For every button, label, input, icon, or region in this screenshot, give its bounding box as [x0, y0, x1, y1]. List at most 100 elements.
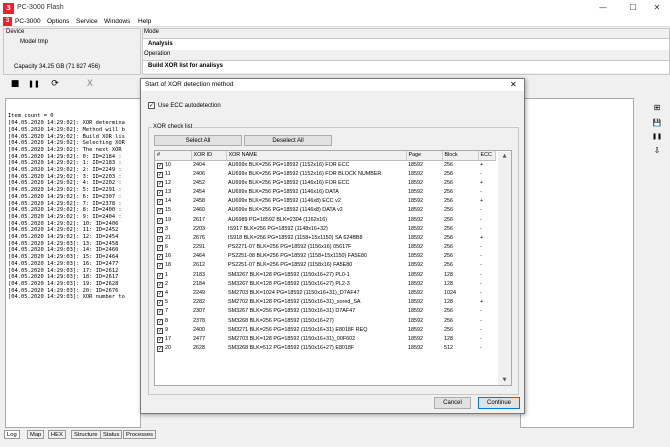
- continue-button[interactable]: Continue: [478, 397, 520, 409]
- menu-help[interactable]: Help: [138, 18, 151, 25]
- row-block: 256: [444, 207, 453, 214]
- table-row[interactable]: ✓ 11 2406 AU699x BLK=256 PG=18592 (1152x16)…: [155, 170, 495, 179]
- row-checkbox[interactable]: ✓: [157, 180, 163, 187]
- row-number-text: 9: [165, 326, 168, 333]
- menu-service[interactable]: Service: [76, 18, 98, 25]
- scroll-up-icon[interactable]: ▲: [498, 152, 511, 161]
- table-row[interactable]: ✓ 4 2249 SM2703 BLK=1024 PG=18592 (1150x16+…: [155, 289, 495, 298]
- row-number-text: 5: [165, 299, 168, 306]
- row-xor-id: 2307: [193, 308, 205, 315]
- row-checkbox[interactable]: ✓: [157, 235, 163, 242]
- row-checkbox[interactable]: ✓: [157, 208, 163, 215]
- export-icon[interactable]: ⇩: [651, 145, 663, 157]
- table-row[interactable]: ✓ 21 2676 IS918 BLK=256 PG=18592 (1158+15x1…: [155, 234, 495, 243]
- row-checkbox[interactable]: ✓: [157, 309, 163, 316]
- tab-hex[interactable]: HEX: [48, 430, 66, 439]
- table-row[interactable]: ✓ 20 2628 SM3268 BLK=512 PG=18592 (1150x16+…: [155, 344, 495, 353]
- row-checkbox[interactable]: ✓: [157, 254, 163, 261]
- table-row[interactable]: ✓ 19 2617 AU6989 PG=18592 BLK=2304 (1162x16…: [155, 215, 495, 224]
- table-row[interactable]: ✓ 18 2612 PS2251-07 BLK=256 PG=18592 (1158x…: [155, 261, 495, 270]
- pause-icon[interactable]: ❚❚: [27, 77, 41, 91]
- col-header-block[interactable]: Block: [442, 151, 479, 161]
- row-checkbox[interactable]: ✓: [157, 300, 163, 307]
- table-row[interactable]: ✓ 3 2203 IS917 BLK=256 PG=18592 (1148x16+32…: [155, 225, 495, 234]
- table-row[interactable]: ✓ 17 2477 SM2703 BLK=128 PG=18592 (1150x16+…: [155, 335, 495, 344]
- col-header-ecc[interactable]: ECC: [478, 151, 496, 161]
- table-row[interactable]: ✓ 8 2378 SM3268 BLK=256 PG=18592 (1150x16+2…: [155, 317, 495, 326]
- table-row[interactable]: ✓ 6 2291 PS2271-07 BLK=256 PG=18592 (1156x1…: [155, 243, 495, 252]
- expand-icon[interactable]: ⊞: [651, 102, 663, 114]
- row-ecc: +: [480, 198, 484, 205]
- scroll-down-icon[interactable]: ▼: [498, 376, 511, 385]
- table-row[interactable]: ✓ 15 2460 AU699x BLK=256 PG=18592 (1146x8) …: [155, 206, 495, 215]
- col-header-xor-name[interactable]: XOR NAME: [226, 151, 407, 161]
- table-row[interactable]: ✓ 13 2454 AU699x BLK=256 PG=18592 (1146x16)…: [155, 188, 495, 197]
- row-ecc: -: [480, 225, 482, 232]
- row-checkbox[interactable]: ✓: [157, 199, 163, 206]
- col-header-number[interactable]: #: [155, 151, 192, 161]
- row-checkbox[interactable]: ✓: [157, 245, 163, 252]
- table-row[interactable]: ✓ 2 2184 SM3267 BLK=128 PG=18592 (1150x16+2…: [155, 280, 495, 289]
- tab-structure[interactable]: Structure: [71, 430, 101, 439]
- minimize-button[interactable]: —: [590, 2, 616, 14]
- tab-log[interactable]: Log: [4, 430, 20, 439]
- menu-options[interactable]: Options: [47, 18, 69, 25]
- mode-value: Analysis: [148, 41, 173, 47]
- col-header-xor-id[interactable]: XOR ID: [191, 151, 227, 161]
- row-checkbox[interactable]: ✓: [157, 291, 163, 298]
- row-checkbox[interactable]: ✓: [157, 346, 163, 353]
- row-xor-name: AU699x BLK=256 PG=18592 (1146x16) FOR EC…: [228, 179, 350, 186]
- row-number-text: 3: [165, 225, 168, 232]
- menu-windows[interactable]: Windows: [104, 18, 130, 25]
- maximize-button[interactable]: ☐: [620, 2, 646, 14]
- row-number: ✓ 16: [155, 252, 191, 261]
- tab-processes[interactable]: Processes: [123, 430, 157, 439]
- table-row[interactable]: ✓ 7 2307 SM3267 BLK=256 PG=18592 (1150x16+3…: [155, 307, 495, 316]
- log-line: [04.05.2020 14:29:03]: 16: ID=2477: [8, 260, 119, 267]
- row-number: ✓ 10: [155, 160, 191, 170]
- xor-icon[interactable]: X: [83, 77, 97, 91]
- row-number: ✓ 14: [155, 197, 191, 206]
- row-number-text: 18: [165, 262, 171, 269]
- row-page: 18592: [408, 262, 423, 269]
- col-header-page[interactable]: Page: [406, 151, 443, 161]
- log-line: [04.05.2020 14:29:02]: Build XOR lis: [8, 133, 125, 140]
- save-icon[interactable]: 💾: [651, 117, 663, 129]
- menu-app-icon[interactable]: 3: [3, 17, 12, 26]
- row-checkbox[interactable]: ✓: [157, 272, 163, 279]
- row-checkbox[interactable]: ✓: [157, 171, 163, 178]
- table-row[interactable]: ✓ 1 2183 SM3267 BLK=128 PG=18592 (1150x16+2…: [155, 271, 495, 280]
- table-row[interactable]: ✓ 9 2400 SM3271 BLK=256 PG=18592 (1150x16+3…: [155, 326, 495, 335]
- cancel-button[interactable]: Cancel: [434, 397, 471, 409]
- tab-status[interactable]: Status: [100, 430, 123, 439]
- row-checkbox[interactable]: ✓: [157, 263, 163, 270]
- row-checkbox[interactable]: ✓: [157, 281, 163, 288]
- row-number: ✓ 11: [155, 170, 191, 179]
- table-scrollbar[interactable]: ▲ ▼: [498, 152, 511, 385]
- row-checkbox[interactable]: ✓: [157, 327, 163, 334]
- use-ecc-checkbox[interactable]: ✓: [148, 102, 155, 109]
- dialog-close-button[interactable]: ✕: [510, 80, 517, 89]
- row-checkbox[interactable]: ✓: [157, 318, 163, 325]
- device-label: Device: [6, 29, 25, 35]
- row-xor-name: SM2703 BLK=1024 PG=18592 (1150x16+31)_D7…: [228, 290, 360, 297]
- deselect-all-button[interactable]: Deselect All: [244, 135, 332, 146]
- table-row[interactable]: ✓ 14 2458 AU699x BLK=256 PG=18592 (1146x8) …: [155, 197, 495, 206]
- row-checkbox[interactable]: ✓: [157, 162, 163, 169]
- table-row[interactable]: ✓ 12 2452 AU699x BLK=256 PG=18592 (1146x16)…: [155, 179, 495, 188]
- select-all-button[interactable]: Select All: [154, 135, 242, 146]
- row-xor-name: AU699x BLK=256 PG=18592 (1152x16) FOR BL…: [228, 170, 382, 177]
- table-row[interactable]: ✓ 5 2282 SM2702 BLK=128 PG=18592 (1150x16+3…: [155, 298, 495, 307]
- tab-map[interactable]: Map: [27, 430, 45, 439]
- table-row[interactable]: ✓ 16 2464 PS2251-08 BLK=256 PG=18592 (1158+…: [155, 252, 495, 261]
- script-icon[interactable]: ⟳: [48, 77, 62, 91]
- stop-icon[interactable]: ■: [8, 77, 22, 91]
- table-row[interactable]: ✓ 10 2404 AU699x BLK=256 PG=18592 (1152x16)…: [155, 160, 495, 170]
- row-checkbox[interactable]: ✓: [157, 217, 163, 224]
- pause-icon-right[interactable]: ❚❚: [651, 131, 663, 143]
- row-checkbox[interactable]: ✓: [157, 226, 163, 233]
- close-button[interactable]: ✕: [644, 2, 670, 14]
- menu-pc3000[interactable]: PC-3000: [15, 18, 41, 25]
- row-checkbox[interactable]: ✓: [157, 189, 163, 196]
- row-checkbox[interactable]: ✓: [157, 336, 163, 343]
